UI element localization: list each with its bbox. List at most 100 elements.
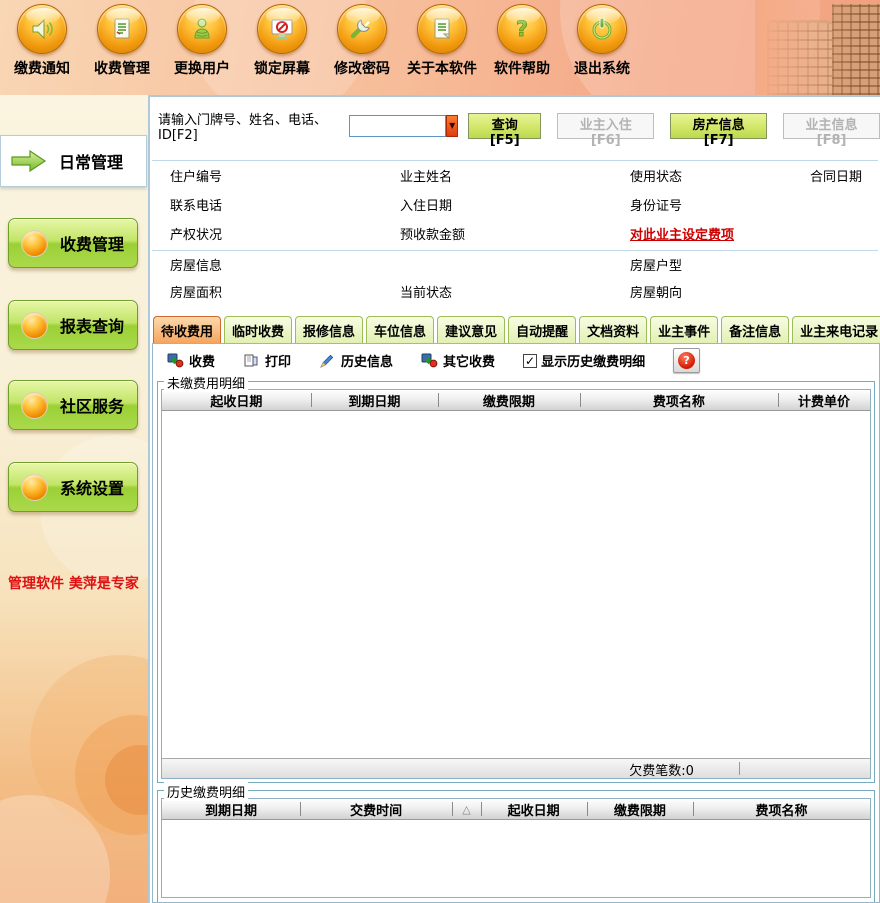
column-header-start-date[interactable]: 起收日期 [162,390,311,410]
status-divider [739,762,740,775]
query-button[interactable]: 查询[F5] [468,113,541,139]
sidebar-item-report-query[interactable]: 报表查询 [8,300,138,350]
column-header-pay-time[interactable]: 交费时间 [300,799,452,819]
house-info-grid: 房屋信息 房屋户型 房屋面积 当前状态 房屋朝向 [150,251,880,305]
toolbar-label: 退出系统 [574,58,630,78]
toolbar-item-payment-notice[interactable]: 缴费通知 [2,4,82,78]
tab-owner-calls[interactable]: 业主来电记录 [792,316,880,343]
tab-pending-fees[interactable]: 待收费用 [153,316,221,343]
search-label: 请输入门牌号、姓名、电话、ID[F2] [158,109,349,143]
column-header-due-date[interactable]: 到期日期 [162,799,300,819]
tab-parking-info[interactable]: 车位信息 [366,316,434,343]
owner-checkin-button[interactable]: 业主入住[F6] [557,113,654,139]
wrench-icon [337,4,387,54]
column-header-unit-price[interactable]: 计费单价 [778,390,870,410]
field-owner-name: 业主姓名 [400,161,630,190]
field-house-info: 房屋信息 [170,251,400,278]
tab-temporary-fees[interactable]: 临时收费 [224,316,292,343]
power-icon [577,4,627,54]
sort-indicator-icon[interactable]: △ [452,799,480,819]
about-icon [417,4,467,54]
toolbar-label: 关于本软件 [407,58,477,78]
sidebar-item-charge-management[interactable]: 收费管理 [8,218,138,268]
set-fee-link[interactable]: 对此业主设定费项 [630,224,734,243]
property-info-button[interactable]: 房产信息[F7] [670,113,767,139]
field-id-number: 身份证号 [630,190,810,219]
field-prepaid-amount: 预收款金额 [400,219,630,248]
history-fees-table: 到期日期 交费时间 △ 起收日期 缴费限期 费项名称 [161,798,871,898]
sidebar-item-system-settings[interactable]: 系统设置 [8,462,138,512]
checkbox-icon: ✓ [523,354,537,368]
actions-toolbar: 收费 打印 历史信息 [153,344,879,377]
toolbar-item-switch-user[interactable]: 更换用户 [162,4,242,78]
orb-icon [21,392,48,419]
field-house-type: 房屋户型 [630,251,810,278]
field-contract-date: 合同日期 [810,161,880,190]
tab-content-panel: 收费 打印 历史信息 [152,343,880,903]
arrow-right-icon [9,146,49,176]
column-header-due-date[interactable]: 到期日期 [311,390,438,410]
document-icon [97,4,147,54]
toolbar-label: 缴费通知 [14,58,70,78]
tab-repair-info[interactable]: 报修信息 [295,316,363,343]
column-header-start-date[interactable]: 起收日期 [481,799,587,819]
history-fees-title: 历史缴费明细 [164,782,248,801]
help-icon: ? [497,4,547,54]
column-header-fee-name[interactable]: 费项名称 [693,799,870,819]
charge-button[interactable]: 收费 [167,351,215,370]
pending-table-body[interactable] [162,411,870,758]
charge-icon [421,352,438,369]
tab-auto-reminder[interactable]: 自动提醒 [508,316,576,343]
sidebar-item-label: 报表查询 [60,313,124,337]
help-button[interactable]: ? [673,348,700,373]
toolbar-item-about[interactable]: 关于本软件 [402,4,482,78]
arrears-count: 欠费笔数:0 [629,760,694,779]
decor-circle [0,795,110,903]
sidebar-item-community-service[interactable]: 社区服务 [8,380,138,430]
main-panel: 请输入门牌号、姓名、电话、ID[F2] ▼ 查询[F5] 业主入住[F6] 房产… [148,95,880,903]
toolbar-label: 收费管理 [94,58,150,78]
toolbar-item-change-password[interactable]: 修改密码 [322,4,402,78]
column-header-fee-name[interactable]: 费项名称 [580,390,778,410]
tab-suggestions[interactable]: 建议意见 [437,316,505,343]
sidebar-item-daily-management[interactable]: 日常管理 [0,135,147,187]
pending-fees-section: 未缴费用明细 起收日期 到期日期 缴费限期 费项名称 计费单价 欠费笔数:0 [157,381,875,783]
column-header-payment-deadline[interactable]: 缴费限期 [438,390,580,410]
search-input[interactable] [349,115,446,137]
decor-circle [30,655,148,835]
toolbar-item-charge-management[interactable]: 收费管理 [82,4,162,78]
search-dropdown-button[interactable]: ▼ [446,115,458,137]
column-header-payment-deadline[interactable]: 缴费限期 [587,799,693,819]
orb-icon [21,230,48,257]
toolbar-label: 更换用户 [174,58,230,78]
show-history-checkbox[interactable]: ✓ 显示历史缴费明细 [523,351,645,370]
history-fees-section: 历史缴费明细 到期日期 交费时间 △ 起收日期 缴费限期 费项名称 [157,790,875,902]
history-info-button[interactable]: 历史信息 [319,351,393,370]
sidebar-item-label: 社区服务 [60,393,124,417]
toolbar-item-lock-screen[interactable]: 锁定屏幕 [242,4,322,78]
toolbar-label: 修改密码 [334,58,390,78]
field-checkin-date: 入住日期 [400,190,630,219]
print-button[interactable]: 打印 [243,351,291,370]
svg-text:?: ? [516,17,528,41]
sidebar: 日常管理 收费管理 报表查询 社区服务 系统设置 管理软件 美萍是专家 [0,95,148,903]
charge-icon [167,352,184,369]
checkbox-label: 显示历史缴费明细 [541,351,645,370]
orb-icon [21,312,48,339]
history-table-body[interactable] [162,820,870,897]
pending-fees-table: 起收日期 到期日期 缴费限期 费项名称 计费单价 欠费笔数:0 [161,389,871,779]
tab-owner-events[interactable]: 业主事件 [650,316,718,343]
tab-documents[interactable]: 文档资料 [579,316,647,343]
toolbar-item-help[interactable]: ? 软件帮助 [482,4,562,78]
field-usage-status: 使用状态 [630,161,810,190]
search-row: 请输入门牌号、姓名、电话、ID[F2] ▼ 查询[F5] 业主入住[F6] 房产… [158,113,880,139]
tab-remarks[interactable]: 备注信息 [721,316,789,343]
sidebar-item-label: 日常管理 [59,149,123,173]
other-charge-button[interactable]: 其它收费 [421,351,495,370]
field-phone: 联系电话 [170,190,400,219]
history-table-header: 到期日期 交费时间 △ 起收日期 缴费限期 费项名称 [162,799,870,820]
top-toolbar: 缴费通知 收费管理 更换用户 锁定屏幕 修改密码 [0,0,880,95]
owner-info-button[interactable]: 业主信息[F8] [783,113,880,139]
chevron-down-icon: ▼ [449,122,455,130]
toolbar-item-exit[interactable]: 退出系统 [562,4,642,78]
